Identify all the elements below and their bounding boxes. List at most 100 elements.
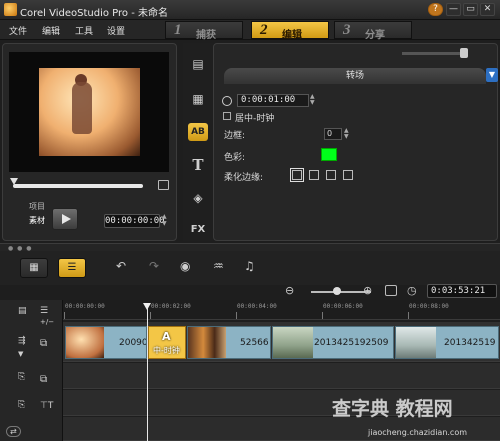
video-clip[interactable]: 52566: [187, 326, 271, 359]
undo-icon[interactable]: ↶: [116, 259, 126, 273]
expand-options-button[interactable]: ▼: [486, 68, 498, 82]
graphic-icon[interactable]: ◈: [188, 189, 208, 207]
preview-window: [9, 52, 169, 172]
window-title: Corel VideoStudio Pro - 未命名: [20, 8, 168, 19]
zoom-in-icon[interactable]: ⊕: [363, 284, 372, 297]
step-edit[interactable]: 2 编辑: [251, 21, 329, 41]
video-track-icon[interactable]: ⧉: [40, 338, 47, 349]
clip-thumbnail: [273, 327, 313, 358]
video-clip[interactable]: 201342519: [395, 326, 499, 359]
minimize-button[interactable]: —: [446, 3, 461, 16]
fit-project-icon[interactable]: [385, 285, 397, 296]
ruler-label: 00:00:04:00: [237, 303, 277, 310]
redo-icon[interactable]: ↷: [149, 259, 159, 273]
scrubber-track[interactable]: [13, 184, 143, 188]
soften-none-button[interactable]: [290, 168, 304, 182]
zoom-out-icon[interactable]: ⊖: [285, 284, 294, 297]
playhead-handle[interactable]: [143, 303, 151, 310]
timeline-timecode[interactable]: 0:03:53:21: [427, 284, 497, 298]
transition-checkbox[interactable]: [223, 112, 231, 120]
overlay-track-toggle-icon[interactable]: ⎘: [18, 372, 25, 382]
transition-ab-icon: A: [162, 330, 171, 343]
ripple-edit-icon[interactable]: ⇶: [18, 336, 26, 346]
ripple-icon[interactable]: +/−: [40, 318, 54, 326]
transition-icon[interactable]: AB: [188, 123, 208, 141]
ruler-tick: [322, 312, 323, 319]
ruler-label: 00:00:02:00: [151, 303, 191, 310]
play-button[interactable]: [52, 208, 78, 230]
soften-low-button[interactable]: [309, 170, 319, 180]
overlay-track-icon[interactable]: ⧉: [40, 374, 47, 385]
zoom-handle[interactable]: [333, 287, 341, 295]
title-track-toggle-icon[interactable]: ⎘: [18, 400, 25, 410]
options-panel: 转场 ▼ 0:00:01:00 ▲ ▼ 居中-时钟 边框: 0 ▲ ▼ 色彩: 柔化…: [213, 43, 498, 241]
media-icon[interactable]: ▤: [188, 55, 208, 73]
border-spinner-icon[interactable]: ▲ ▼: [344, 128, 349, 140]
timeline-view-button[interactable]: ☰: [58, 258, 86, 278]
mode-project[interactable]: 项目: [29, 201, 45, 212]
video-clip[interactable]: 20090: [65, 326, 147, 359]
soften-medium-button[interactable]: [326, 170, 336, 180]
expand-track-icon[interactable]: ▼: [18, 350, 23, 358]
panel-divider[interactable]: ● ● ●: [0, 243, 500, 252]
step-capture[interactable]: 1 捕获: [165, 21, 243, 41]
menu-tools[interactable]: 工具: [75, 24, 93, 37]
duration-spinner-icon[interactable]: ▲ ▼: [310, 94, 315, 106]
step-label: 分享: [365, 30, 385, 41]
title-track-icon[interactable]: ⊤T: [40, 401, 53, 411]
menu-file[interactable]: 文件: [9, 24, 27, 37]
app-logo-icon: [4, 3, 17, 16]
thumb-size-slider[interactable]: [402, 52, 462, 55]
preview-timecode[interactable]: 00:00:00:00: [104, 214, 165, 228]
spin-down-icon[interactable]: ▼: [162, 221, 169, 227]
close-button[interactable]: ✕: [480, 3, 495, 16]
auto-music-icon[interactable]: ♫: [244, 259, 255, 273]
maximize-button[interactable]: ▭: [463, 3, 478, 16]
tab-transition[interactable]: 转场: [224, 68, 486, 84]
title-icon[interactable]: T: [188, 156, 208, 174]
sound-mixer-icon[interactable]: ♒: [213, 259, 224, 273]
border-label: 边框:: [224, 131, 246, 141]
video-clip[interactable]: 2013425192509: [272, 326, 394, 359]
record-capture-icon[interactable]: ◉: [180, 259, 190, 273]
clip-thumbnail: [396, 327, 436, 358]
step-label: 编辑: [282, 30, 302, 41]
title-bar: Corel VideoStudio Pro - 未命名 ? — ▭ ✕: [0, 0, 500, 20]
video-track: 20090 A 中-时钟 52566 2013425192509 2013425…: [63, 322, 500, 362]
help-button[interactable]: ?: [428, 3, 443, 16]
chapter-icon[interactable]: ☰: [40, 306, 48, 316]
thumb-size-handle[interactable]: [460, 48, 468, 58]
track-manager-icon[interactable]: ▤: [18, 306, 27, 316]
menu-settings[interactable]: 设置: [107, 24, 125, 37]
checkbox-label: 居中-时钟: [235, 114, 275, 124]
step-share[interactable]: 3 分享: [334, 21, 412, 41]
track-header: ▤ ☰ +/− ⇶ ▼ ⧉ ⎘ ⧉ ⎘ ⊤T ⇄: [0, 300, 63, 441]
mode-clip[interactable]: 素材: [29, 215, 45, 226]
app-window: Corel VideoStudio Pro - 未命名 ? — ▭ ✕ 文件 编…: [0, 0, 500, 441]
transition-label: 中-时钟: [153, 346, 180, 355]
zoom-controls: ⊖ ⊕ ◷ 0:03:53:21: [285, 284, 500, 300]
ruler-tick: [236, 312, 237, 319]
fx-icon[interactable]: FX: [188, 221, 208, 239]
color-swatch[interactable]: [321, 148, 337, 161]
overlay-track[interactable]: [63, 363, 500, 389]
border-input[interactable]: 0: [324, 128, 342, 140]
storyboard-view-button[interactable]: ▦: [20, 258, 48, 278]
timeline-ruler[interactable]: 00:00:00:00 00:00:02:00 00:00:04:00 00:0…: [63, 300, 500, 320]
scrubber-handle[interactable]: [10, 178, 18, 185]
duration-field[interactable]: 0:00:01:00: [237, 94, 309, 107]
step-label: 捕获: [196, 30, 216, 41]
clip-thumbnail: [66, 327, 104, 358]
enlarge-icon[interactable]: [158, 180, 169, 190]
clip-label: 20090: [119, 338, 147, 348]
zoom-slider[interactable]: [311, 291, 371, 293]
clip-label: 52566: [240, 338, 269, 348]
soften-high-button[interactable]: [343, 170, 353, 180]
instant-project-icon[interactable]: ▦: [188, 90, 208, 108]
playhead-line[interactable]: [147, 305, 148, 441]
scroll-handle-icon[interactable]: ⇄: [6, 426, 21, 437]
menu-edit[interactable]: 编辑: [42, 24, 60, 37]
transition-clip[interactable]: A 中-时钟: [148, 326, 186, 359]
clock-icon: [222, 96, 232, 106]
ruler-label: 00:00:08:00: [409, 303, 449, 310]
